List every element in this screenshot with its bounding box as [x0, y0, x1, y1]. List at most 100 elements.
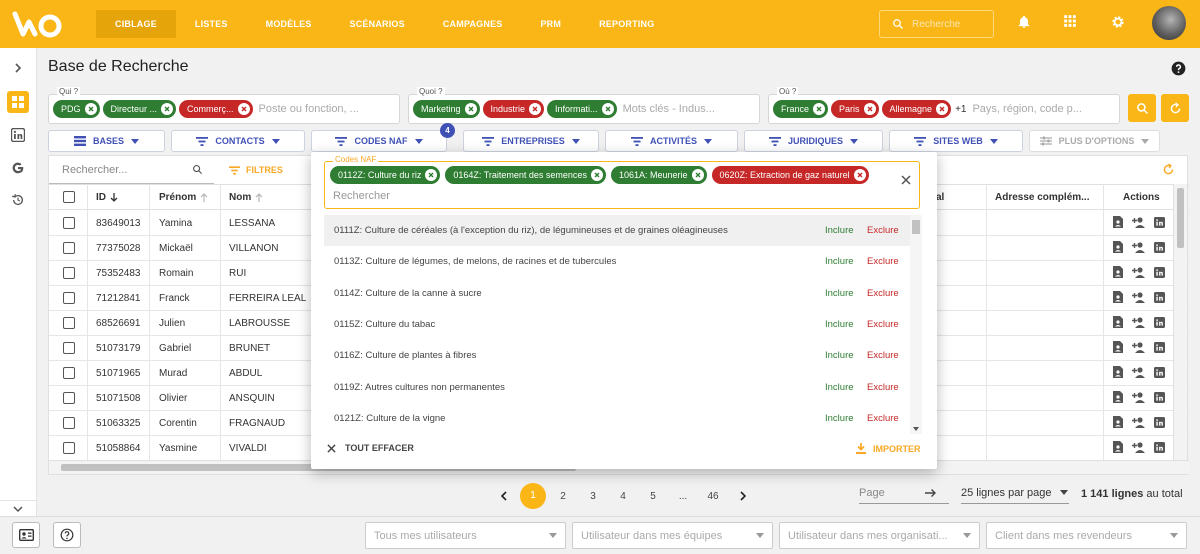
clear-icon[interactable]: [901, 175, 911, 185]
nav-ciblage[interactable]: CIBLAGE: [96, 10, 176, 38]
close-icon[interactable]: [691, 169, 704, 181]
row-checkbox[interactable]: [63, 317, 75, 329]
apps-grid-icon[interactable]: [1063, 14, 1077, 28]
select-reseller-clients[interactable]: Client dans mes revendeurs: [986, 522, 1187, 549]
list-item[interactable]: 0114Z: Culture de la canne à sucre Inclur…: [324, 278, 922, 309]
help-button[interactable]: [53, 522, 81, 548]
scrollbar-thumb[interactable]: [912, 220, 920, 234]
row-checkbox[interactable]: [63, 242, 75, 254]
include-button[interactable]: Inclure: [825, 413, 854, 424]
column-prenom[interactable]: Prénom: [159, 192, 208, 203]
rows-per-page-select[interactable]: 25 lignes par page: [961, 482, 1069, 504]
row-checkbox[interactable]: [63, 417, 75, 429]
next-page-button[interactable]: [728, 491, 758, 501]
help-icon[interactable]: [1171, 61, 1186, 76]
row-checkbox[interactable]: [63, 292, 75, 304]
chip-naf-0112z[interactable]: 0112Z: Culture du riz: [330, 166, 441, 184]
select-all-users[interactable]: Tous mes utilisateurs: [365, 522, 566, 549]
column-id[interactable]: ID: [96, 192, 118, 203]
nav-campagnes[interactable]: CAMPAGNES: [424, 10, 522, 38]
chip-informatique[interactable]: Informati...: [547, 100, 617, 118]
page-4[interactable]: 4: [608, 491, 638, 502]
chip-france[interactable]: France: [773, 100, 829, 118]
contact-list-button[interactable]: [12, 522, 40, 548]
chip-paris[interactable]: Paris: [831, 100, 879, 118]
search-button[interactable]: [1128, 94, 1156, 122]
list-item[interactable]: 0115Z: Culture du tabac Inclure Exclure: [324, 309, 922, 340]
category-entreprises[interactable]: ENTREPRISES: [463, 130, 599, 152]
close-icon[interactable]: [853, 169, 866, 181]
close-icon[interactable]: [813, 103, 826, 115]
exclude-button[interactable]: Exclure: [867, 288, 899, 299]
close-icon[interactable]: [464, 103, 477, 115]
select-all-checkbox[interactable]: [63, 191, 75, 203]
chip-industrie[interactable]: Industrie: [482, 100, 545, 118]
nav-scenarios[interactable]: SCÉNARIOS: [331, 10, 424, 38]
close-icon[interactable]: [936, 103, 949, 115]
gear-icon[interactable]: [1110, 14, 1126, 30]
list-item[interactable]: 0116Z: Culture de plantes à fibres Inclur…: [324, 340, 922, 371]
grid-refresh-icon[interactable]: [1162, 163, 1175, 176]
arrow-right-icon[interactable]: [925, 488, 937, 498]
naf-search-input[interactable]: [333, 190, 733, 202]
chip-allemagne[interactable]: Allemagne: [881, 100, 952, 118]
brand-logo[interactable]: [12, 6, 68, 42]
ou-input-placeholder[interactable]: Pays, région, code p...: [972, 103, 1081, 115]
qui-input-placeholder[interactable]: Poste ou fonction, ...: [259, 103, 359, 115]
close-icon[interactable]: [161, 103, 174, 115]
chip-pdg[interactable]: PDG: [53, 100, 100, 118]
sidebar-item-google[interactable]: [7, 157, 29, 179]
include-button[interactable]: Inclure: [825, 256, 854, 267]
include-button[interactable]: Inclure: [825, 350, 854, 361]
list-item[interactable]: 0113Z: Culture de légumes, de melons, de…: [324, 246, 922, 277]
row-checkbox[interactable]: [63, 217, 75, 229]
nav-modeles[interactable]: MODÈLES: [247, 10, 331, 38]
exclude-button[interactable]: Exclure: [867, 413, 899, 424]
page-1[interactable]: 1: [520, 483, 546, 509]
import-button[interactable]: IMPORTER: [856, 443, 921, 454]
row-checkbox[interactable]: [63, 342, 75, 354]
grid-vertical-scrollbar[interactable]: [1173, 184, 1187, 460]
list-item[interactable]: 0119Z: Autres cultures non permanentes In…: [324, 371, 922, 402]
sidebar-item-database[interactable]: [7, 91, 29, 113]
list-item[interactable]: 0121Z: Culture de la vigne Inclure Exclure: [324, 403, 922, 434]
column-adresse[interactable]: Adresse complém...: [995, 192, 1089, 203]
include-button[interactable]: Inclure: [825, 225, 854, 236]
quoi-input-placeholder[interactable]: Mots clés - Indus...: [623, 103, 715, 115]
prev-page-button[interactable]: [488, 491, 518, 501]
exclude-button[interactable]: Exclure: [867, 382, 899, 393]
include-button[interactable]: Inclure: [825, 288, 854, 299]
scrollbar-thumb[interactable]: [1177, 188, 1184, 248]
sidebar-item-history[interactable]: [7, 189, 29, 211]
expand-toggle[interactable]: [0, 500, 36, 516]
close-icon[interactable]: [863, 103, 876, 115]
category-juridiques[interactable]: JURIDIQUES: [744, 130, 883, 152]
sidebar-item-linkedin[interactable]: [7, 124, 29, 146]
select-org-users[interactable]: Utilisateur dans mes organisati...: [779, 522, 980, 549]
bell-icon[interactable]: [1017, 14, 1031, 30]
grid-search-input[interactable]: [62, 163, 192, 176]
exclude-button[interactable]: Exclure: [867, 256, 899, 267]
column-partial[interactable]: al: [936, 192, 944, 203]
chip-directeur[interactable]: Directeur ...: [102, 100, 177, 118]
nav-prm[interactable]: PRM: [521, 10, 580, 38]
row-checkbox[interactable]: [63, 442, 75, 454]
exclude-button[interactable]: Exclure: [867, 225, 899, 236]
select-team-users[interactable]: Utilisateur dans mes équipes: [572, 522, 773, 549]
page-5[interactable]: 5: [638, 491, 668, 502]
more-count[interactable]: +1: [955, 104, 966, 115]
include-button[interactable]: Inclure: [825, 382, 854, 393]
exclude-button[interactable]: Exclure: [867, 319, 899, 330]
chip-commercial[interactable]: Commerç...: [179, 100, 253, 118]
nav-reporting[interactable]: REPORTING: [580, 10, 673, 38]
filters-button[interactable]: FILTRES: [229, 165, 283, 175]
category-codes-naf[interactable]: CODES NAF: [311, 130, 447, 152]
nav-listes[interactable]: LISTES: [176, 10, 247, 38]
category-bases[interactable]: BASES: [48, 130, 165, 152]
category-sites-web[interactable]: SITES WEB: [889, 130, 1023, 152]
exclude-button[interactable]: Exclure: [867, 350, 899, 361]
category-contacts[interactable]: CONTACTS: [171, 130, 305, 152]
category-more-options[interactable]: PLUS D'OPTIONS: [1029, 130, 1160, 152]
user-avatar[interactable]: [1152, 6, 1186, 40]
chip-naf-1061a[interactable]: 1061A: Meunerie: [610, 166, 707, 184]
